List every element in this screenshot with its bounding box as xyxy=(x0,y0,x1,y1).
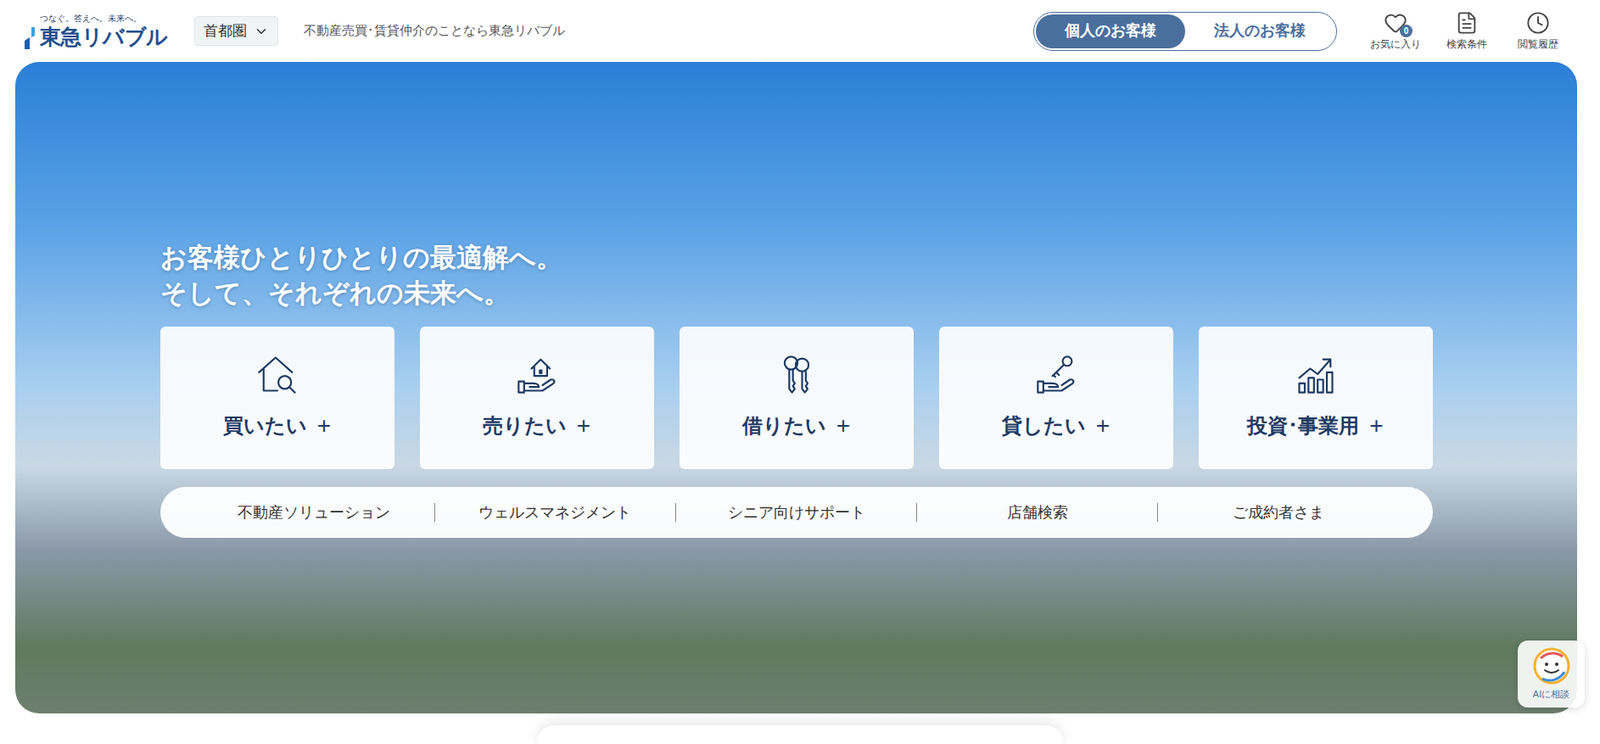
nav-divider xyxy=(916,503,918,522)
logo-mark-icon xyxy=(22,27,37,50)
content-preview xyxy=(537,725,1063,744)
keys-icon xyxy=(774,352,819,397)
service-card-label: 買いたい+ xyxy=(223,408,331,444)
header-icon-button[interactable]: 閲覧履歴 xyxy=(1510,11,1567,52)
service-card-label: 売りたい+ xyxy=(482,408,591,444)
service-card[interactable]: 買いたい+ xyxy=(160,326,395,470)
service-card[interactable]: 貸したい+ xyxy=(939,326,1174,470)
service-card[interactable]: 投資･事業用+ xyxy=(1198,326,1433,470)
growth-chart-icon xyxy=(1293,352,1338,397)
hand-key-icon xyxy=(1034,352,1079,397)
hero: お客様ひとりひとりの最適解へ。そして、それぞれの未来へ。買いたい+ 売りたい+ 借り… xyxy=(15,61,1578,714)
header-icon-button[interactable]: 0お気に入り xyxy=(1367,11,1424,52)
header: つなぐ。答えへ。未来へ。東急リバブル首都圏 不動産売買･賃貸仲介のことなら東急リバ… xyxy=(0,0,1600,62)
audience-tab[interactable]: 法人のお客様 xyxy=(1185,14,1335,49)
service-card[interactable]: 借りたい+ xyxy=(679,326,914,470)
audience-tab[interactable]: 個人のお客様 xyxy=(1035,14,1186,49)
sub-nav-link[interactable]: シニア向けサポート xyxy=(676,501,917,525)
audience-toggle: 個人のお客様法人のお客様 xyxy=(1033,11,1338,51)
smiley-icon xyxy=(1532,646,1572,686)
header-icon-label: お気に入り xyxy=(1370,36,1421,52)
headline-line: そして、それぞれの未来へ。 xyxy=(160,275,1433,312)
sub-nav-link[interactable]: ご成約者さま xyxy=(1158,501,1399,525)
hand-house-icon xyxy=(514,352,560,397)
nav-divider xyxy=(675,503,677,522)
house-search-icon xyxy=(255,352,300,397)
header-icons: 0お気に入り検索条件閲覧履歴 xyxy=(1367,11,1567,52)
service-card-label: 借りたい+ xyxy=(742,408,851,444)
chevron-down-icon xyxy=(253,23,269,40)
document-icon xyxy=(1454,11,1479,35)
service-cards: 買いたい+ 売りたい+ 借りたい+ 貸したい+ 投資･事業用+ xyxy=(160,326,1433,470)
service-card[interactable]: 売りたい+ xyxy=(419,326,655,470)
ai-chat-label: AIに相談 xyxy=(1532,687,1570,702)
site-tagline: 不動産売買･賃貸仲介のことなら東急リバブル xyxy=(303,21,566,41)
favorite-count-badge: 0 xyxy=(1399,24,1413,38)
ai-chat-button[interactable]: AIに相談 xyxy=(1517,640,1585,708)
nav-divider xyxy=(1157,503,1159,522)
sub-nav-link[interactable]: 不動産ソリューション xyxy=(194,501,435,525)
hero-headline: お客様ひとりひとりの最適解へ。そして、それぞれの未来へ。 xyxy=(160,240,1433,312)
logo[interactable]: つなぐ。答えへ。未来へ。東急リバブル xyxy=(22,13,168,50)
logo-tagline: つなぐ。答えへ。未来へ。 xyxy=(22,13,168,24)
logo-name: 東急リバブル xyxy=(39,23,168,50)
region-select[interactable]: 首都圏 xyxy=(194,16,279,47)
service-card-label: 投資･事業用+ xyxy=(1247,408,1383,444)
clock-icon xyxy=(1526,11,1550,35)
page: つなぐ。答えへ。未来へ。東急リバブル首都圏 不動産売買･賃貸仲介のことなら東急リバ… xyxy=(0,0,1600,744)
hero-content: お客様ひとりひとりの最適解へ。そして、それぞれの未来へ。買いたい+ 売りたい+ 借り… xyxy=(160,240,1433,538)
sub-nav-link[interactable]: ウェルスマネジメント xyxy=(435,501,676,525)
nav-divider xyxy=(434,503,436,522)
sub-nav: 不動産ソリューションウェルスマネジメントシニア向けサポート店舗検索ご成約者さま xyxy=(160,486,1433,538)
sub-nav-link[interactable]: 店舗検索 xyxy=(917,501,1158,525)
header-icon-button[interactable]: 検索条件 xyxy=(1438,11,1495,52)
header-icon-label: 閲覧履歴 xyxy=(1517,36,1559,52)
service-card-label: 貸したい+ xyxy=(1001,408,1110,444)
header-icon-label: 検索条件 xyxy=(1446,36,1488,52)
headline-line: お客様ひとりひとりの最適解へ。 xyxy=(160,240,1433,276)
